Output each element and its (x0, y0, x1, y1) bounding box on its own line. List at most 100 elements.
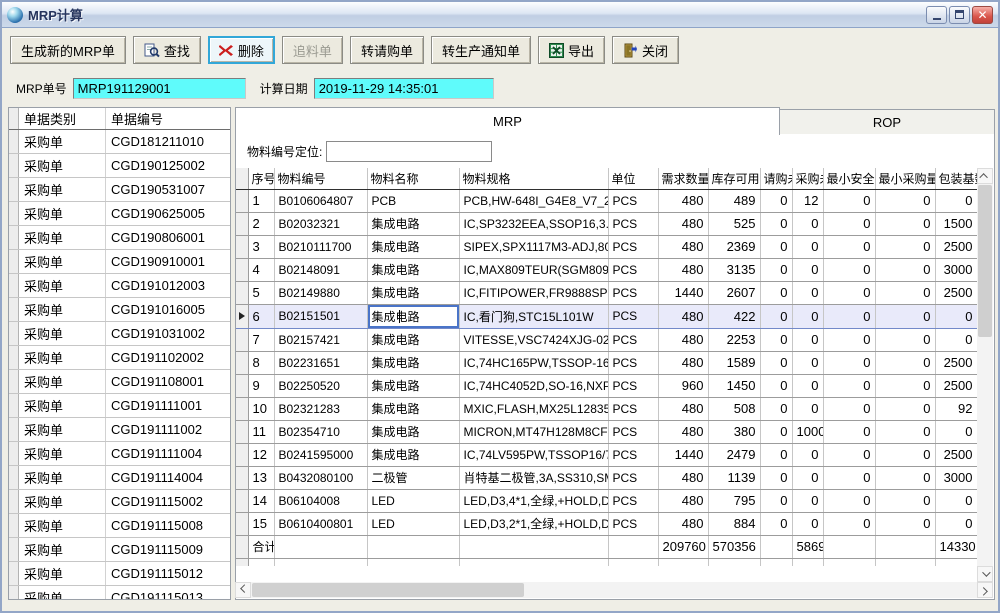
cell-需求数量[interactable]: 480 (658, 397, 708, 420)
cell-需求数量[interactable]: 480 (658, 212, 708, 235)
cell-包装基数[interactable]: 2500 (935, 374, 977, 397)
horizontal-scroll-thumb[interactable] (252, 583, 524, 597)
cell-库存可用量[interactable]: 884 (708, 512, 760, 535)
cell-库存可用量[interactable]: 2607 (708, 281, 760, 304)
cell-物料规格[interactable]: LED,D3,4*1,全绿,+HOLD,D (459, 489, 608, 512)
cell-最小安全量[interactable]: 0 (823, 512, 875, 535)
tab-mrp[interactable]: MRP (235, 107, 780, 135)
cell-序号[interactable]: 14 (248, 489, 274, 512)
cell-采购未入库[interactable]: 0 (792, 258, 823, 281)
cell-包装基数[interactable]: 2500 (935, 281, 977, 304)
document-row[interactable]: 采购单CGD191115013 (9, 586, 230, 600)
cell-物料编号[interactable]: B02321283 (274, 397, 367, 420)
document-row[interactable]: 采购单CGD190910001 (9, 250, 230, 274)
cell-单位[interactable]: PCS (608, 281, 658, 304)
cell-物料规格[interactable]: SIPEX,SPX1117M3-ADJ,80 (459, 235, 608, 258)
doc-no-cell[interactable]: CGD191115013 (106, 586, 230, 600)
cell-最小安全量[interactable]: 0 (823, 304, 875, 328)
cell-库存可用量[interactable]: 489 (708, 189, 760, 212)
cell-最小采购量[interactable]: 0 (875, 397, 935, 420)
cell-物料编号[interactable]: B0210111700 (274, 235, 367, 258)
cell-物料编号[interactable]: B02149880 (274, 281, 367, 304)
table-row-selected[interactable]: 6B02151501集成电路IC,看门狗,STC15L101WPCS480422… (236, 304, 977, 328)
doc-no-cell[interactable]: CGD191115009 (106, 538, 230, 561)
toolbar-button-关闭[interactable]: 关闭 (612, 36, 679, 64)
cell-最小采购量[interactable]: 0 (875, 374, 935, 397)
table-row[interactable]: 4B02148091集成电路IC,MAX809TEUR(SGM809-PCS48… (236, 258, 977, 281)
doc-no-cell[interactable]: CGD191115012 (106, 562, 230, 585)
document-row[interactable]: 采购单CGD190625005 (9, 202, 230, 226)
doc-no-cell[interactable]: CGD190806001 (106, 226, 230, 249)
cell-请购未采购[interactable]: 0 (760, 351, 792, 374)
doc-no-cell[interactable]: CGD190531007 (106, 178, 230, 201)
cell-需求数量[interactable]: 960 (658, 374, 708, 397)
doc-type-cell[interactable]: 采购单 (19, 538, 106, 561)
cell-库存可用量[interactable]: 795 (708, 489, 760, 512)
doc-type-cell[interactable]: 采购单 (19, 394, 106, 417)
cell-单位[interactable]: PCS (608, 189, 658, 212)
scroll-right-button[interactable] (977, 582, 993, 598)
cell-单位[interactable]: PCS (608, 212, 658, 235)
cell-包装基数[interactable]: 0 (935, 328, 977, 351)
cell-物料名称[interactable]: 集成电路 (367, 397, 459, 420)
cell-单位[interactable]: PCS (608, 512, 658, 535)
cell-单位[interactable]: PCS (608, 328, 658, 351)
cell-最小安全量[interactable]: 0 (823, 420, 875, 443)
document-row[interactable]: 采购单CGD190806001 (9, 226, 230, 250)
cell-最小安全量[interactable]: 0 (823, 212, 875, 235)
minimize-button[interactable] (926, 6, 947, 24)
cell-序号[interactable]: 15 (248, 512, 274, 535)
document-row[interactable]: 采购单CGD190531007 (9, 178, 230, 202)
cell-请购未采购[interactable]: 0 (760, 212, 792, 235)
document-row[interactable]: 采购单CGD191115008 (9, 514, 230, 538)
cell-物料规格[interactable]: PCB,HW-648I_G4E8_V7_2 (459, 189, 608, 212)
document-row[interactable]: 采购单CGD191115002 (9, 490, 230, 514)
table-row[interactable]: 2B02032321集成电路IC,SP3232EEA,SSOP16,3.0PCS… (236, 212, 977, 235)
cell-最小采购量[interactable]: 0 (875, 304, 935, 328)
cell-物料编号[interactable]: B0432080100 (274, 466, 367, 489)
document-row[interactable]: 采购单CGD191102002 (9, 346, 230, 370)
cell-请购未采购[interactable]: 0 (760, 489, 792, 512)
cell-单位[interactable]: PCS (608, 420, 658, 443)
doc-type-cell[interactable]: 采购单 (19, 586, 106, 600)
cell-需求数量[interactable]: 480 (658, 489, 708, 512)
cell-物料规格[interactable]: IC,FITIPOWER,FR9888SPC (459, 281, 608, 304)
toolbar-button-导出[interactable]: 导出 (538, 36, 605, 64)
cell-需求数量[interactable]: 480 (658, 258, 708, 281)
cell-库存可用量[interactable]: 2479 (708, 443, 760, 466)
scroll-left-button[interactable] (235, 582, 251, 598)
cell-最小安全量[interactable]: 0 (823, 258, 875, 281)
cell-物料规格[interactable]: IC,74LV595PW,TSSOP16/7 (459, 443, 608, 466)
doc-no-cell[interactable]: CGD191111001 (106, 394, 230, 417)
document-row[interactable]: 采购单CGD191111002 (9, 418, 230, 442)
cell-库存可用量[interactable]: 1450 (708, 374, 760, 397)
cell-物料名称[interactable]: 集成电路 (367, 328, 459, 351)
cell-物料规格[interactable]: VITESSE,VSC7424XJG-02, (459, 328, 608, 351)
document-row[interactable]: 采购单CGD191114004 (9, 466, 230, 490)
cell-单位[interactable]: PCS (608, 466, 658, 489)
document-row[interactable]: 采购单CGD191115009 (9, 538, 230, 562)
cell-单位[interactable]: PCS (608, 374, 658, 397)
cell-单位[interactable]: PCS (608, 397, 658, 420)
doc-type-cell[interactable]: 采购单 (19, 562, 106, 585)
table-row[interactable]: 5B02149880集成电路IC,FITIPOWER,FR9888SPCPCS1… (236, 281, 977, 304)
cell-需求数量[interactable]: 480 (658, 328, 708, 351)
cell-包装基数[interactable]: 0 (935, 512, 977, 535)
cell-物料编号[interactable]: B02032321 (274, 212, 367, 235)
doc-no-cell[interactable]: CGD191012003 (106, 274, 230, 297)
doc-type-cell[interactable]: 采购单 (19, 226, 106, 249)
vertical-scrollbar[interactable] (977, 168, 993, 582)
cell-包装基数[interactable]: 1500 (935, 212, 977, 235)
doc-type-cell[interactable]: 采购单 (19, 370, 106, 393)
cell-物料规格[interactable]: LED,D3,2*1,全绿,+HOLD,D (459, 512, 608, 535)
cell-最小采购量[interactable]: 0 (875, 489, 935, 512)
document-row[interactable]: 采购单CGD191031002 (9, 322, 230, 346)
cell-物料规格[interactable]: IC,MAX809TEUR(SGM809- (459, 258, 608, 281)
cell-请购未采购[interactable]: 0 (760, 443, 792, 466)
cell-物料名称[interactable]: 集成电路 (367, 443, 459, 466)
table-row[interactable]: 9B02250520集成电路IC,74HC4052D,SO-16,NXPPCS9… (236, 374, 977, 397)
cell-序号[interactable]: 1 (248, 189, 274, 212)
cell-包装基数[interactable]: 2500 (935, 235, 977, 258)
cell-序号[interactable]: 5 (248, 281, 274, 304)
cell-序号[interactable]: 4 (248, 258, 274, 281)
